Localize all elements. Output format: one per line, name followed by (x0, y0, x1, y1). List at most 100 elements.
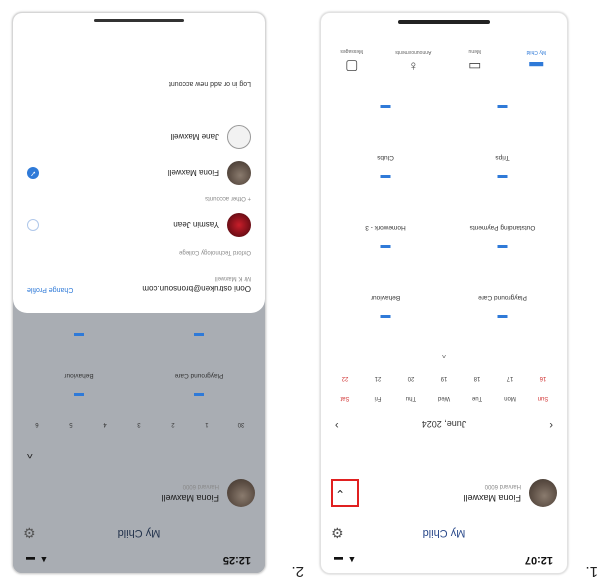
date-cell[interactable]: 2 (159, 413, 187, 427)
signal-battery-icon: ▲ ▬ (333, 555, 357, 565)
feature-tiles: ▬ Playground Care ▬ Behaviour ▬ Outstanding… (327, 69, 561, 323)
date-cell[interactable]: 6 (23, 413, 51, 427)
day-name: Mon (504, 395, 516, 401)
tile-icon: ▬ (380, 312, 391, 323)
tile-label: Clubs (377, 154, 394, 161)
avatar (529, 479, 557, 507)
date-cell[interactable]: 4 (91, 413, 119, 427)
date-cell[interactable]: 16 (529, 367, 557, 381)
tile-icon: ▬ (497, 102, 508, 113)
bottom-tab-bar: ▬ My Child ▭ Menu ♁ Announcements ▢ Messages (321, 35, 567, 75)
home-icon: ▬ (529, 59, 544, 75)
tile-label: Behaviour (370, 294, 401, 301)
status-time: 12:25 (222, 554, 251, 566)
rotated-screenshot: 1. 2. 12:07 ▲ ▬ My Child ⚙ Fiona Maxwell… (0, 0, 606, 588)
date-cell[interactable]: 21 (364, 367, 392, 381)
avatar (227, 479, 255, 507)
date-cell[interactable]: 20 (397, 367, 425, 381)
tile-clubs[interactable]: ▬ Clubs (327, 139, 444, 183)
tile-icon: ▬ (497, 312, 508, 323)
child-selector[interactable]: Fiona Maxwell Harvard 6000 (23, 471, 255, 511)
date-cell[interactable]: 5 (57, 413, 85, 427)
figure-label-1: 1. (585, 563, 598, 580)
tab-messages[interactable]: ▢ Messages (327, 35, 377, 75)
tab-my-child[interactable]: ▬ My Child (511, 35, 561, 75)
tile-label: Behaviour (64, 372, 94, 379)
menu-icon: ▭ (468, 59, 482, 75)
tile-icon: ▬ (497, 172, 508, 183)
month-selector: ‹ June, 2024 › (331, 413, 557, 433)
tile-playground-care[interactable]: ▬ Playground Care (444, 279, 561, 323)
tile-more-1[interactable]: ▬ (444, 69, 561, 113)
tab-announcements[interactable]: ♁ Announcements (388, 35, 438, 75)
account-name: Fiona Maxwell (167, 168, 219, 177)
tile-behaviour[interactable]: ▬ Behaviour (327, 279, 444, 323)
day-name: Sat (340, 395, 350, 401)
tile-icon: ▬ (194, 390, 204, 401)
figure-label-2: 2. (291, 563, 304, 580)
tile-playground-care[interactable]: ▬ Playground Care (139, 357, 259, 401)
date-cell[interactable]: 19 (430, 367, 458, 381)
child-selector[interactable]: Fiona Maxwell Harvard 6000 ⌄ (331, 471, 557, 511)
status-bar: 12:07 ▲ ▬ (321, 547, 567, 573)
date-cell[interactable]: 1 (193, 413, 221, 427)
chevron-down-icon[interactable]: ⌄ (335, 487, 345, 501)
tile-icon: ▬ (74, 330, 84, 341)
phone-screen-2: 12:25 ▲ ▬ My Child ⚙ Fiona Maxwell Harva… (12, 12, 266, 574)
other-accounts-header: + Other accounts (205, 195, 251, 201)
tab-label: Announcements (395, 49, 432, 55)
tile-icon: ▬ (380, 172, 391, 183)
day-name: Tue (471, 395, 483, 401)
tile-label: Trips (495, 154, 510, 161)
gear-icon[interactable]: ⚙ (23, 524, 36, 541)
account-row[interactable]: Jane Maxwell (27, 121, 251, 149)
page-title: My Child (422, 527, 466, 539)
child-subtitle: Harvard 6000 (484, 483, 521, 489)
radio-button[interactable] (27, 219, 39, 231)
phone-screen-1: 12:07 ▲ ▬ My Child ⚙ Fiona Maxwell Harva… (320, 12, 568, 574)
tile-icon: ▬ (497, 242, 508, 253)
tile-behaviour[interactable]: ▬ Behaviour (19, 357, 139, 401)
tile-icon: ▬ (194, 330, 204, 341)
home-indicator (398, 20, 490, 24)
child-name: Fiona Maxwell (161, 493, 219, 503)
change-profile-link[interactable]: Change Profile (27, 286, 73, 293)
day-name: Sun (537, 395, 549, 401)
tile-label: Outstanding Payments (469, 224, 536, 231)
tile-outstanding-payments[interactable]: ▬ Outstanding Payments (444, 209, 561, 253)
gear-icon[interactable]: ⚙ (331, 524, 344, 541)
chevron-up-icon[interactable]: ^ (27, 447, 33, 461)
check-icon: ✓ (27, 167, 39, 179)
month-label: June, 2024 (421, 419, 467, 429)
tile-homework[interactable]: ▬ Homework - 3 (327, 209, 444, 253)
date-cell[interactable]: 30 (227, 413, 255, 427)
day-name: Thu (405, 395, 417, 401)
account-switcher-sheet: Ooni ostruken@bronsoun.com Mr K Maxwell … (13, 13, 265, 313)
tile-more-2[interactable]: ▬ (327, 69, 444, 113)
expand-calendar-button[interactable]: ^ (321, 350, 567, 359)
tile-icon: ▬ (74, 390, 84, 401)
sheet-handle[interactable] (94, 19, 184, 22)
page-title: My Child (117, 527, 161, 539)
avatar (227, 213, 251, 237)
account-row[interactable]: Fiona Maxwell ✓ (27, 157, 251, 185)
profile-info: Ooni ostruken@bronsoun.com Mr K Maxwell … (27, 275, 251, 293)
school-name: Oxford Technology College (179, 249, 251, 255)
account-row[interactable]: Yasmin Jean (27, 209, 251, 237)
tile-trips[interactable]: ▬ Trips (444, 139, 561, 183)
avatar (227, 161, 251, 185)
date-cell[interactable]: 3 (125, 413, 153, 427)
tile-icon: ▬ (380, 102, 391, 113)
date-cell[interactable]: 17 (496, 367, 524, 381)
tab-label: My Child (526, 49, 546, 55)
add-account-button[interactable]: Log in or add new account (27, 80, 251, 87)
tab-menu[interactable]: ▭ Menu (450, 35, 500, 75)
top-bar: My Child ⚙ (321, 517, 567, 547)
tile-label: Homework - 3 (365, 224, 406, 231)
date-cell[interactable]: 22 (331, 367, 359, 381)
day-name: Wed (437, 395, 451, 401)
child-subtitle: Harvard 6000 (182, 483, 219, 489)
date-cell[interactable]: 18 (463, 367, 491, 381)
profile-name: Mr K Maxwell (214, 275, 251, 281)
next-week-button[interactable]: › (335, 419, 339, 431)
